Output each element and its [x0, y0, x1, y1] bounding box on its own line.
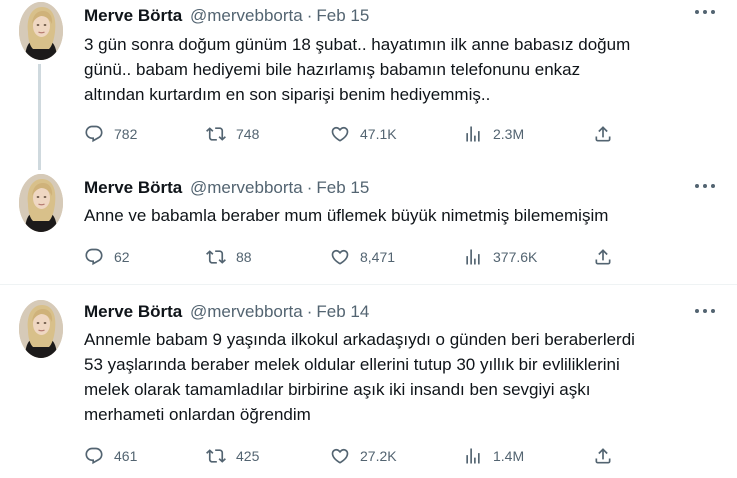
thread-connector-line	[38, 64, 41, 170]
reply-button[interactable]: 461	[84, 444, 137, 468]
tweet-date[interactable]: Feb 15	[316, 6, 369, 25]
avatar-image	[19, 174, 63, 232]
tweet-header: Merve Börta @mervebborta · Feb 15	[84, 5, 369, 27]
like-button[interactable]: 47.1K	[330, 122, 397, 146]
tweet-1[interactable]: Merve Börta @mervebborta · Feb 15 3 gün so…	[0, 0, 737, 170]
like-count: 47.1K	[360, 126, 397, 142]
more-options-icon[interactable]	[695, 10, 715, 16]
like-button[interactable]: 27.2K	[330, 444, 397, 468]
views-icon	[463, 124, 483, 144]
tweet-actions: 782 748 47.1K 2.3M	[84, 122, 624, 146]
views-count: 1.4M	[493, 448, 525, 464]
retweet-button[interactable]: 425	[206, 444, 259, 468]
views-count: 377.6K	[493, 249, 538, 265]
share-icon	[593, 247, 613, 267]
author-handle[interactable]: @mervebborta	[190, 6, 303, 25]
more-options-icon[interactable]	[695, 184, 715, 190]
reply-button[interactable]: 782	[84, 122, 137, 146]
avatar-image	[19, 2, 63, 60]
tweet-actions: 461 425 27.2K 1.4M	[84, 444, 624, 468]
tweet-2[interactable]: Merve Börta @mervebborta · Feb 15 Anne ve …	[0, 166, 737, 284]
reply-icon	[84, 446, 104, 466]
author-name[interactable]: Merve Börta	[84, 178, 182, 197]
tweet-3[interactable]: Merve Börta @mervebborta · Feb 14 Annemle …	[0, 284, 737, 478]
avatar-image	[19, 300, 63, 358]
share-button[interactable]	[593, 245, 613, 269]
tweet-actions: 62 88 8,471 377.6K	[84, 245, 624, 269]
tweet-text-line: 53 yaşlarında beraber melek oldular elle…	[84, 355, 620, 374]
share-button[interactable]	[593, 122, 613, 146]
author-handle[interactable]: @mervebborta	[190, 302, 303, 321]
views-icon	[463, 247, 483, 267]
author-name[interactable]: Merve Börta	[84, 302, 182, 321]
separator-dot: ·	[306, 6, 313, 25]
tweet-text: Anne ve babamla beraber mum üflemek büyü…	[84, 203, 714, 228]
views-button[interactable]: 377.6K	[463, 245, 537, 269]
views-button[interactable]: 1.4M	[463, 444, 524, 468]
like-icon	[330, 247, 350, 267]
more-options-icon[interactable]	[695, 309, 715, 315]
tweet-text: 3 gün sonra doğum günüm 18 şubat.. hayat…	[84, 32, 714, 107]
author-handle[interactable]: @mervebborta	[190, 178, 303, 197]
retweet-count: 88	[236, 249, 252, 265]
tweet-text: Annemle babam 9 yaşında ilkokul arkadaşı…	[84, 327, 714, 427]
tweet-text-line: 3 gün sonra doğum günüm 18 şubat.. hayat…	[84, 35, 631, 54]
separator-dot: ·	[306, 178, 313, 197]
avatar[interactable]	[19, 2, 63, 60]
share-icon	[593, 446, 613, 466]
like-icon	[330, 446, 350, 466]
author-name[interactable]: Merve Börta	[84, 6, 182, 25]
tweet-text-line: melek olarak tamamladılar birbirine aşık…	[84, 380, 591, 399]
like-icon	[330, 124, 350, 144]
reply-icon	[84, 247, 104, 267]
tweet-text-line: altından kurtardım en son siparişi benim…	[84, 85, 491, 104]
retweet-icon	[206, 247, 226, 267]
reply-button[interactable]: 62	[84, 245, 130, 269]
retweet-icon	[206, 446, 226, 466]
like-count: 8,471	[360, 249, 396, 265]
views-button[interactable]: 2.3M	[463, 122, 524, 146]
reply-count: 62	[114, 249, 130, 265]
like-button[interactable]: 8,471	[330, 245, 395, 269]
views-count: 2.3M	[493, 126, 525, 142]
reply-icon	[84, 124, 104, 144]
reply-count: 461	[114, 448, 138, 464]
tweet-date[interactable]: Feb 15	[316, 178, 369, 197]
views-icon	[463, 446, 483, 466]
retweet-icon	[206, 124, 226, 144]
tweet-text-line: Annemle babam 9 yaşında ilkokul arkadaşı…	[84, 330, 635, 349]
separator-dot: ·	[306, 302, 313, 321]
tweet-text-line: merhameti onlardan öğrendim	[84, 405, 311, 424]
tweet-text-line: günü.. babam hediyemi bile hazırlamış ba…	[84, 60, 581, 79]
share-icon	[593, 124, 613, 144]
retweet-count: 425	[236, 448, 260, 464]
tweet-header: Merve Börta @mervebborta · Feb 15	[84, 177, 369, 199]
avatar[interactable]	[19, 174, 63, 232]
share-button[interactable]	[593, 444, 613, 468]
reply-count: 782	[114, 126, 138, 142]
retweet-count: 748	[236, 126, 260, 142]
retweet-button[interactable]: 748	[206, 122, 259, 146]
tweet-header: Merve Börta @mervebborta · Feb 14	[84, 301, 369, 323]
like-count: 27.2K	[360, 448, 397, 464]
retweet-button[interactable]: 88	[206, 245, 252, 269]
tweet-date[interactable]: Feb 14	[316, 302, 369, 321]
avatar[interactable]	[19, 300, 63, 358]
tweet-text-line: Anne ve babamla beraber mum üflemek büyü…	[84, 206, 609, 225]
